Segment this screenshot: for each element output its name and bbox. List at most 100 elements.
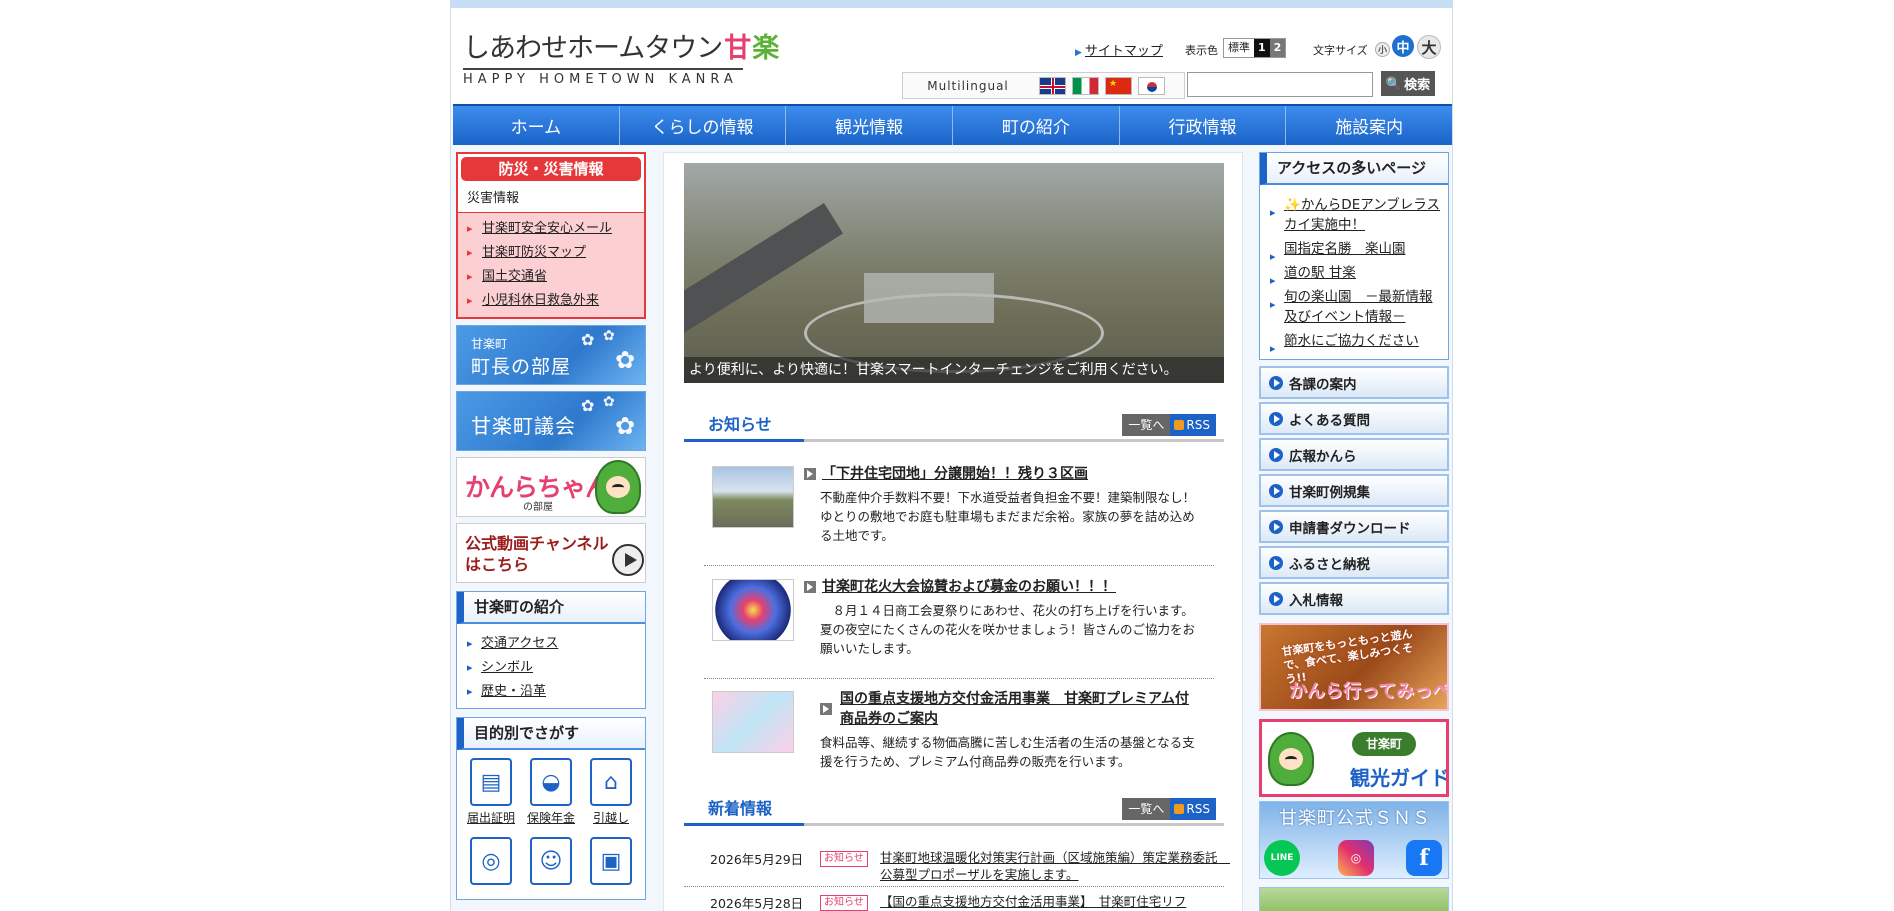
news-title-link[interactable]: 甘楽町花火大会協賛および募金のお願い！！！	[822, 579, 1116, 595]
display-color-standard[interactable]: 標準	[1224, 39, 1254, 57]
kanra-chan-banner[interactable]: かんらちゃん の部屋	[456, 457, 646, 517]
nav-administration[interactable]: 行政情報	[1120, 106, 1287, 145]
purpose-label[interactable]: 届出証明	[461, 810, 521, 827]
facebook-icon[interactable]: f	[1406, 840, 1442, 876]
list-item[interactable]: ✨かんらDEアンブレラスカイ実施中！	[1260, 193, 1448, 237]
dept-guide-button[interactable]: 各課の案内	[1259, 366, 1449, 399]
pr-kanra-button[interactable]: 広報かんら	[1259, 438, 1449, 471]
disaster-link-map[interactable]: 甘楽町防災マップ	[482, 245, 586, 260]
popular-link-michinoeki[interactable]: 道の駅 甘楽	[1284, 265, 1356, 281]
popular-link-water[interactable]: 節水にご協力ください	[1284, 333, 1419, 349]
purpose-item[interactable]: ◒ 保険年金	[521, 758, 581, 827]
multilingual-bar: Multilingual ★	[902, 72, 1185, 99]
line-icon[interactable]: LINE	[1264, 840, 1300, 876]
disaster-link-mail[interactable]: 甘楽町安全安心メール	[482, 221, 612, 236]
popular-link-rakuzanen[interactable]: 国指定名勝 楽山園	[1284, 241, 1406, 257]
search-icon: 🔍	[1385, 75, 1403, 91]
tourism-guide-banner[interactable]: 甘楽町 観光ガイド	[1259, 719, 1449, 797]
italy-flag-icon[interactable]	[1072, 76, 1099, 95]
new-info-list-button[interactable]: 一覧へ	[1122, 798, 1171, 820]
guide-banner-title: 観光ガイド	[1350, 766, 1449, 790]
china-flag-icon[interactable]: ★	[1105, 76, 1132, 95]
font-size-large[interactable]: 大	[1417, 35, 1441, 59]
purpose-search-title: 目的別でさがす	[457, 718, 645, 750]
news-rss-button[interactable]: RSS	[1170, 414, 1216, 436]
news-section-title: お知らせ	[684, 410, 804, 442]
purpose-item[interactable]: ⌂ 引越し	[581, 758, 641, 827]
nav-tourism[interactable]: 観光情報	[786, 106, 954, 145]
document-icon: ▤	[470, 758, 512, 806]
list-item[interactable]: シンボル	[457, 656, 645, 680]
nav-home[interactable]: ホーム	[453, 106, 620, 145]
new-info-rss-button[interactable]: RSS	[1170, 798, 1216, 820]
list-item[interactable]: 道の駅 甘楽	[1260, 261, 1448, 291]
disaster-link-pediatric[interactable]: 小児科休日救急外来	[482, 293, 599, 308]
list-item[interactable]: 甘楽町安全安心メール	[458, 217, 644, 241]
list-item[interactable]: 交通アクセス	[457, 632, 645, 656]
news-thumbnail[interactable]	[712, 579, 794, 641]
purpose-item[interactable]: ◎	[461, 837, 521, 889]
news-title[interactable]: 「下井住宅団地」分譲開始！！残り３区画	[804, 464, 1202, 484]
popular-link-seasonal[interactable]: 旬の楽山園 －最新情報及びイベント情報－	[1284, 289, 1433, 325]
purpose-label[interactable]: 保険年金	[521, 810, 581, 827]
intro-link-history[interactable]: 歴史・沿革	[481, 684, 546, 699]
news-thumbnail[interactable]	[712, 691, 794, 753]
regulations-button[interactable]: 甘楽町例規集	[1259, 474, 1449, 507]
news-list-button[interactable]: 一覧へ	[1122, 414, 1171, 436]
global-nav: ホーム くらしの情報 観光情報 町の紹介 行政情報 施設案内	[453, 104, 1452, 145]
mayor-room-banner[interactable]: 甘楽町 町長の部屋 ✿ ✿ ✿	[456, 325, 646, 385]
intro-link-symbol[interactable]: シンボル	[481, 660, 533, 675]
purpose-label[interactable]: 引越し	[581, 810, 641, 827]
sitemap-label[interactable]: サイトマップ	[1085, 44, 1163, 59]
purpose-item[interactable]: ☺	[521, 837, 581, 889]
council-banner[interactable]: 甘楽町議会 ✿ ✿ ✿	[456, 391, 646, 451]
forms-download-button[interactable]: 申請書ダウンロード	[1259, 510, 1449, 543]
faq-button[interactable]: よくある質問	[1259, 402, 1449, 435]
nav-town-intro[interactable]: 町の紹介	[953, 106, 1120, 145]
instagram-icon[interactable]: ◎	[1338, 840, 1374, 876]
hero-image[interactable]: より便利に、より快適に！甘楽スマートインターチェンジをご利用ください。	[684, 163, 1224, 383]
button-label: よくある質問	[1289, 412, 1370, 429]
list-item[interactable]: 節水にご協力ください	[1260, 329, 1448, 359]
furusato-tax-button[interactable]: ふるさと納税	[1259, 546, 1449, 579]
sitemap-link[interactable]: ▶ サイトマップ	[1075, 40, 1163, 59]
site-logo[interactable]: しあわせホームタウン甘楽 HAPPY HOMETOWN KANRA	[463, 26, 779, 90]
list-item[interactable]: 旬の楽山園 －最新情報及びイベント情報－	[1260, 285, 1448, 329]
disaster-link-mlit[interactable]: 国土交通省	[482, 269, 547, 284]
circle-arrow-icon	[1269, 519, 1283, 534]
list-item[interactable]: 国土交通省	[458, 265, 644, 289]
popular-link-umbrella[interactable]: ✨かんらDEアンブレラスカイ実施中！	[1284, 197, 1440, 233]
list-item[interactable]: 甘楽町防災マップ	[458, 241, 644, 265]
news-title-link[interactable]: 「下井住宅団地」分譲開始！！残り３区画	[822, 466, 1088, 482]
rss-icon	[1174, 804, 1185, 814]
new-info-link[interactable]: 【国の重点支援地方交付金活用事業】 甘楽町住宅リフ	[880, 893, 1220, 910]
news-thumbnail[interactable]	[712, 466, 794, 528]
list-item[interactable]: 国指定名勝 楽山園	[1260, 237, 1448, 267]
purse-icon: ◒	[530, 758, 572, 806]
video-channel-banner[interactable]: 公式動画チャンネルはこちら	[456, 523, 646, 583]
sparkle-icon: ✨	[1284, 197, 1301, 213]
news-title-link[interactable]: 国の重点支援地方交付金活用事業 甘楽町プレミアム付商品券のご案内	[840, 691, 1189, 727]
korea-flag-icon[interactable]	[1138, 76, 1165, 95]
new-info-link[interactable]: 甘楽町地球温暖化対策実行計画（区域施策編）策定業務委託 公募型プロポーザルを実施…	[880, 849, 1230, 883]
tourism-food-banner[interactable]: 甘楽町をもっともっと遊んで、食べて、楽しみつくそう!! かんら行ってみっぺぇ	[1259, 623, 1449, 711]
news-title[interactable]: 甘楽町花火大会協賛および募金のお願い！！！	[804, 577, 1202, 597]
bidding-info-button[interactable]: 入札情報	[1259, 582, 1449, 615]
display-color-2[interactable]: 2	[1269, 39, 1286, 57]
font-size-medium[interactable]: 中	[1392, 35, 1414, 57]
font-size-small[interactable]: 小	[1375, 42, 1390, 57]
search-button[interactable]: 🔍 検索	[1381, 71, 1435, 96]
nav-facilities[interactable]: 施設案内	[1286, 106, 1452, 145]
display-color-1[interactable]: 1	[1254, 39, 1270, 57]
purpose-item[interactable]: ▤ 届出証明	[461, 758, 521, 827]
mayor-banner-title: 町長の部屋	[471, 356, 572, 378]
list-item[interactable]: 歴史・沿革	[457, 680, 645, 704]
news-title[interactable]: 国の重点支援地方交付金活用事業 甘楽町プレミアム付商品券のご案内	[820, 689, 1202, 729]
nav-living[interactable]: くらしの情報	[620, 106, 787, 145]
purpose-item[interactable]: ▣	[581, 837, 641, 889]
bottom-banner[interactable]	[1259, 887, 1449, 911]
list-item[interactable]: 小児科休日救急外来	[458, 289, 644, 313]
search-input[interactable]	[1187, 72, 1373, 97]
uk-flag-icon[interactable]	[1039, 76, 1066, 95]
intro-link-access[interactable]: 交通アクセス	[481, 636, 558, 651]
